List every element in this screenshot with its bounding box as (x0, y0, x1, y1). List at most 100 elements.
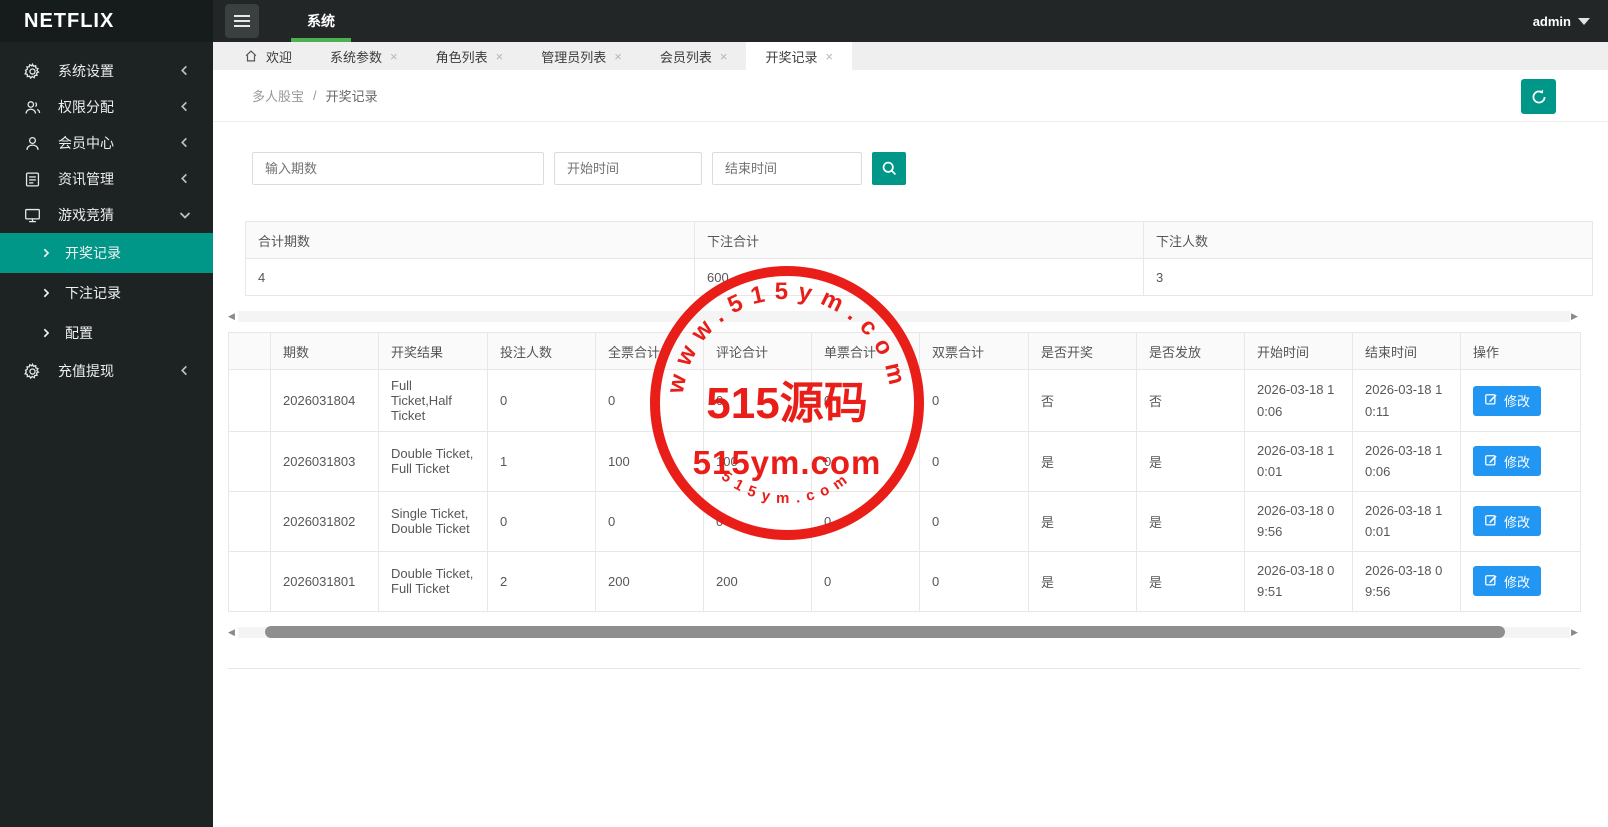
sidebar-subitem-下注记录[interactable]: 下注记录 (0, 273, 213, 313)
active-nav-underline (291, 38, 351, 42)
tab-label: 系统参数 (330, 49, 383, 65)
close-tab-icon[interactable]: × (720, 50, 728, 63)
cell: 2026-03-18 10:11 (1352, 369, 1461, 432)
chevron-left-icon (179, 137, 191, 149)
sidebar-item-系统设置[interactable]: 系统设置 (0, 53, 213, 89)
close-tab-icon[interactable]: × (614, 50, 622, 63)
edit-button-label: 修改 (1504, 574, 1531, 590)
cell: 2026-03-18 10:01 (1244, 431, 1353, 492)
column-header: 全票合计 (595, 332, 704, 370)
breadcrumb-parent[interactable]: 多人股宝 (252, 86, 304, 105)
summary-header-cell: 合计期数 (245, 221, 695, 259)
scroll-right-icon[interactable]: ▶ (1571, 624, 1580, 640)
brand-logo: NETFLIX (0, 0, 213, 42)
scrollbar-track[interactable] (238, 311, 1570, 322)
topnav-item-system[interactable]: 系统 (277, 0, 365, 42)
summary-table: 合计期数 下注合计 下注人数 4 600 3 (245, 221, 1593, 296)
close-tab-icon[interactable]: × (496, 50, 504, 63)
cell: 2026-03-18 09:56 (1244, 490, 1353, 552)
scroll-left-icon[interactable]: ◀ (228, 309, 237, 324)
refresh-button[interactable] (1521, 79, 1556, 114)
breadcrumb-current: 开奖记录 (325, 89, 378, 104)
column-header: 单票合计 (811, 332, 920, 370)
horizontal-scrollbar-bottom: ◀ ▶ (228, 624, 1580, 640)
edit-button[interactable]: 修改 (1473, 506, 1542, 537)
cell: 2026-03-18 10:01 (1352, 490, 1461, 552)
cell: 2026-03-18 09:51 (1244, 550, 1353, 612)
sidebar-item-资讯管理[interactable]: 资讯管理 (0, 161, 213, 197)
cell: 100 (595, 431, 704, 492)
sidebar-item-权限分配[interactable]: 权限分配 (0, 89, 213, 125)
start-time-input[interactable] (554, 152, 702, 185)
end-time-input[interactable] (712, 152, 862, 185)
chevron-right-icon (41, 248, 51, 258)
column-header (228, 332, 271, 370)
chevron-left-icon (179, 173, 191, 185)
users-icon (24, 99, 41, 116)
action-cell: 修改 (1460, 490, 1581, 552)
topnav-label: 系统 (307, 13, 335, 29)
sidebar-subitem-开奖记录[interactable]: 开奖记录 (0, 233, 213, 273)
cell: 2026031803 (270, 431, 379, 492)
sidebar-item-会员中心[interactable]: 会员中心 (0, 125, 213, 161)
edit-button[interactable]: 修改 (1473, 566, 1542, 597)
tab-欢迎[interactable]: 欢迎 (225, 42, 311, 70)
sidebar-item-游戏竞猜[interactable]: 游戏竞猜 (0, 197, 213, 233)
tab-label: 管理员列表 (541, 49, 607, 65)
chevron-right-icon (41, 328, 51, 338)
tab-label: 角色列表 (435, 49, 488, 65)
cell: 是 (1028, 490, 1137, 552)
cell: 0 (811, 490, 920, 552)
summary-value-cell: 3 (1143, 258, 1593, 296)
cell: 100 (703, 431, 812, 492)
edit-button[interactable]: 修改 (1473, 446, 1542, 477)
scroll-left-icon[interactable]: ◀ (228, 624, 237, 640)
cell (228, 490, 271, 552)
scroll-right-icon[interactable]: ▶ (1571, 309, 1580, 324)
sidebar-subitem-配置[interactable]: 配置 (0, 313, 213, 353)
chevron-left-icon (179, 101, 191, 113)
column-header: 投注人数 (487, 332, 596, 370)
user-menu[interactable]: admin (1533, 0, 1590, 42)
tab-角色列表[interactable]: 角色列表 × (417, 42, 523, 70)
tab-开奖记录[interactable]: 开奖记录 × (746, 42, 853, 70)
close-tab-icon[interactable]: × (825, 50, 833, 63)
cell: 0 (919, 431, 1029, 492)
tab-管理员列表[interactable]: 管理员列表 × (522, 42, 641, 70)
tab-系统参数[interactable]: 系统参数 × (311, 42, 417, 70)
sidebar-item-label: 权限分配 (58, 99, 114, 115)
cell: 是 (1136, 431, 1245, 492)
chevron-left-icon (179, 365, 191, 377)
cell: 否 (1136, 369, 1245, 432)
column-header: 操作 (1460, 332, 1581, 370)
user-icon (24, 135, 41, 152)
home-icon (244, 49, 258, 63)
column-header: 是否开奖 (1028, 332, 1137, 370)
cell: 0 (487, 490, 596, 552)
breadcrumb: 多人股宝 / 开奖记录 (252, 86, 378, 105)
cell: 2026-03-18 10:06 (1352, 431, 1461, 492)
sidebar-toggle-button[interactable] (225, 4, 259, 38)
period-input[interactable] (252, 152, 544, 185)
sidebar-item-label: 系统设置 (58, 63, 114, 79)
sidebar-item-label: 资讯管理 (58, 171, 114, 187)
cell: 0 (919, 369, 1029, 432)
cell (228, 431, 271, 492)
tab-会员列表[interactable]: 会员列表 × (641, 42, 747, 70)
content-area: 多人股宝 / 开奖记录 输入期数 开始时间 结束时间 合计期数 下注合计 下注人… (213, 70, 1608, 827)
cell: 0 (811, 431, 920, 492)
edit-button-label: 修改 (1504, 454, 1531, 470)
scrollbar-thumb[interactable] (265, 625, 1505, 638)
cell: 0 (919, 550, 1029, 612)
monitor-icon (24, 207, 41, 224)
column-header: 开奖结果 (378, 332, 488, 370)
table-row: 2026031801 Double Ticket, Full Ticket 2 200… (228, 550, 1581, 612)
edit-button[interactable]: 修改 (1473, 385, 1542, 416)
cell (228, 369, 271, 432)
search-button[interactable] (872, 152, 906, 185)
close-tab-icon[interactable]: × (390, 50, 398, 63)
sidebar-item-充值提现[interactable]: 充值提现 (0, 353, 213, 389)
cell: 2026-03-18 09:56 (1352, 550, 1461, 612)
horizontal-scrollbar-top: ◀ ▶ (228, 309, 1580, 324)
tab-bar: 欢迎 系统参数 × 角色列表 × 管理员列表 × 会员列表 × 开奖记录 × (213, 42, 1608, 70)
